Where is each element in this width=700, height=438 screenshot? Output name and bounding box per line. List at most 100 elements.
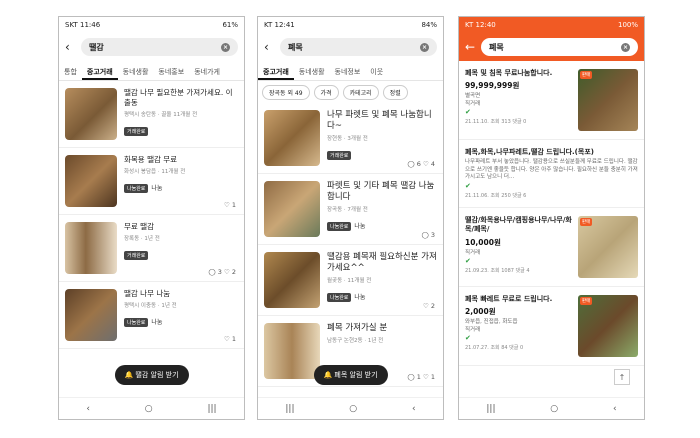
tab-neighbors[interactable]: 이웃 — [365, 61, 388, 80]
tab-bar: 중고거래 동네생활 동네정보 이웃 — [258, 61, 443, 81]
close-circle-icon[interactable]: × — [621, 42, 630, 52]
item-title: 무료 땔감 — [124, 222, 154, 231]
keyword-alert-button[interactable]: 🔔 땔감 알림 받기 — [114, 365, 189, 385]
scroll-top-button[interactable]: ↑ — [614, 369, 630, 385]
list-item[interactable]: 화목용 땔감 무료 화성시 봉담읍 · 11개월 전 나눔완료 나눔 ♡ 1 — [59, 148, 244, 215]
item-info: 땔감 나무 필요한분 가져가세요. 이출동 평택시 송탄동 · 끌올 11개월 … — [124, 88, 238, 140]
status-badge: 나눔완료 — [124, 317, 149, 327]
recents-nav-icon[interactable]: ||| — [285, 404, 294, 414]
item-thumbnail — [65, 222, 117, 274]
home-nav-icon[interactable]: ○ — [550, 404, 558, 414]
item-thumbnail: 판매 — [578, 294, 638, 357]
item-title: 땔감 나무 필요한분 가져가세요. 이출동 — [124, 88, 233, 107]
item-info: 땔감용 폐목재 필요하신분 가져가세요^^ 월곶동 · 11개월 전 나눔완료 나… — [327, 252, 437, 308]
item-body: 나무파레트 부서 놓았읍니다. 땔감용으로 쓰실분들께 무료로 드립니다. 땔감… — [465, 159, 638, 181]
filter-bar: 장곡동 외 49 가격 카테고리 정렬 — [258, 81, 443, 103]
item-info: 화목용 땔감 무료 화성시 봉담읍 · 11개월 전 나눔완료 나눔 — [124, 155, 238, 207]
list-item[interactable]: 땔감/화목용나무/캠핑용나무/나무/화목/폐목/ 10,000원 직거래 ✔ 2… — [459, 208, 644, 287]
list-item[interactable]: 땔감 나무 필요한분 가져가세요. 이출동 평택시 송탄동 · 끌올 11개월 … — [59, 81, 244, 148]
tab-neighborhood-store[interactable]: 동네가게 — [189, 61, 225, 80]
recents-nav-icon[interactable]: ||| — [207, 404, 216, 414]
list-item[interactable]: 폐목,화목,나무파레트,땔감 드립니다.(목포) 나무파레트 부서 놓았읍니다.… — [459, 140, 644, 208]
home-nav-icon[interactable]: ○ — [349, 404, 357, 414]
bell-icon: 🔔 — [323, 371, 335, 379]
check-icon: ✔ — [465, 181, 471, 190]
list-item[interactable]: 폐목 빠레트 무료로 드립니다. 2,000원 와부읍, 진접읍, 화도읍 직거… — [459, 287, 644, 366]
item-price: 10,000원 — [465, 237, 501, 247]
item-meta: 21.07.27. 조회 84 댓글 0 — [465, 344, 524, 351]
keyword-alert-button[interactable]: 🔔 폐목 알림 받기 — [313, 365, 388, 385]
item-info: 땔감 나무 나눔 평택시 이충동 · 1년 전 나눔완료 나눔 — [124, 289, 238, 341]
list-item[interactable]: 땔감용 폐목재 필요하신분 가져가세요^^ 월곶동 · 11개월 전 나눔완료 나… — [258, 245, 443, 316]
home-nav-icon[interactable]: ○ — [145, 404, 153, 414]
item-thumbnail — [65, 155, 117, 207]
search-input[interactable]: 폐목 × — [481, 38, 638, 56]
item-title: 폐목,화목,나무파레트,땔감 드립니다.(목포) — [465, 148, 594, 156]
item-thumbnail — [65, 289, 117, 341]
item-stats: ♡ 2 — [422, 302, 435, 310]
status-bar: KT 12:40 100% — [459, 17, 644, 33]
item-stats: ◯ 6 ♡ 4 — [407, 160, 435, 168]
item-info: 땔감/화목용나무/캠핑용나무/나무/화목/폐목/ 10,000원 직거래 ✔ 2… — [465, 216, 572, 278]
search-input[interactable]: 땔감 × — [81, 38, 238, 56]
phone-screen-3: KT 12:40 100% ← 폐목 × 폐목 및 침목 무료나눔합니다. 99… — [458, 16, 645, 420]
item-body: 별곡면 직거래 — [465, 93, 481, 107]
item-title: 파렛트 및 기타 폐목 땔감 나눔합니다 — [327, 181, 435, 203]
back-nav-icon[interactable]: ‹ — [86, 404, 90, 414]
search-input[interactable]: 폐목 × — [280, 38, 437, 56]
list-item[interactable]: 폐목 및 침목 무료나눔합니다. 99,999,999원 별곡면 직거래 ✔ 2… — [459, 61, 644, 140]
item-info: 무료 땔감 장록동 · 1년 전 거래완료 — [124, 222, 238, 274]
battery-level: 100% — [617, 21, 638, 29]
item-title: 폐목 빠레트 무료로 드립니다. — [465, 294, 553, 303]
share-label: 나눔 — [354, 223, 366, 231]
status-bar: KT 12:41 84% — [258, 17, 443, 33]
search-query: 폐목 — [489, 42, 504, 52]
battery-level: 84% — [421, 21, 437, 29]
item-price: 2,000원 — [465, 307, 496, 317]
item-title: 폐목 및 침목 무료나눔합니다. — [465, 69, 553, 77]
recents-nav-icon[interactable]: ||| — [486, 404, 495, 414]
tab-neighborhood-life[interactable]: 동네생활 — [118, 61, 154, 80]
item-body: 직거래 — [465, 249, 481, 256]
list-item[interactable]: 땔감 나무 나눔 평택시 이충동 · 1년 전 나눔완료 나눔 ♡ 1 — [59, 282, 244, 349]
phone-screen-2: KT 12:41 84% ‹ 폐목 × 중고거래 동네생활 동네정보 이웃 장곡… — [257, 16, 444, 420]
item-title: 땔감용 폐목재 필요하신분 가져가세요^^ — [327, 252, 437, 274]
item-title: 화목용 땔감 무료 — [124, 155, 178, 164]
close-circle-icon[interactable]: × — [420, 42, 429, 52]
list-item[interactable]: 파렛트 및 기타 폐목 땔감 나눔합니다 장곡동 · 7개월 전 나눔완료 나눔 … — [258, 174, 443, 245]
back-nav-icon[interactable]: ‹ — [613, 404, 617, 414]
list-item[interactable]: 무료 땔감 장록동 · 1년 전 거래완료 ◯ 3 ♡ 2 — [59, 215, 244, 282]
check-icon: ✔ — [465, 257, 471, 265]
item-title: 땔감/화목용나무/캠핑용나무/나무/화목/폐목/ — [465, 215, 572, 234]
check-icon: ✔ — [465, 108, 471, 117]
item-thumbnail — [65, 88, 117, 140]
arrow-left-icon[interactable]: ← — [465, 40, 481, 54]
back-nav-icon[interactable]: ‹ — [412, 404, 416, 414]
item-meta: 평택시 이충동 · 1년 전 — [124, 302, 177, 309]
tab-used-trade[interactable]: 중고거래 — [258, 61, 294, 80]
item-meta: 화성시 봉담읍 · 11개월 전 — [124, 168, 186, 175]
arrow-left-icon[interactable]: ‹ — [264, 40, 280, 54]
tab-neighborhood-info[interactable]: 동네정보 — [330, 61, 366, 80]
item-body: 와부읍, 진접읍, 화도읍 직거래 — [465, 319, 518, 333]
tab-neighborhood-life[interactable]: 동네생활 — [294, 61, 330, 80]
system-nav-bar: ‹ ○ ||| — [59, 397, 244, 419]
tab-neighborhood-promo[interactable]: 동네홍보 — [153, 61, 189, 80]
tab-all[interactable]: 통합 — [59, 61, 82, 80]
filter-sort[interactable]: 정렬 — [382, 84, 408, 100]
item-stats: ◯ 1 ♡ 1 — [407, 373, 435, 381]
close-circle-icon[interactable]: × — [221, 42, 230, 52]
status-badge: 나눔완료 — [327, 222, 352, 232]
arrow-left-icon[interactable]: ‹ — [65, 40, 81, 54]
share-label: 나눔 — [354, 294, 366, 302]
bell-icon: 🔔 — [124, 371, 136, 379]
filter-price[interactable]: 가격 — [313, 84, 339, 100]
item-thumbnail — [264, 181, 320, 237]
tab-used-trade[interactable]: 중고거래 — [81, 61, 118, 80]
item-info: 파렛트 및 기타 폐목 땔감 나눔합니다 장곡동 · 7개월 전 나눔완료 나눔 — [327, 181, 437, 237]
list-item[interactable]: 나무 파렛트 및 폐목 나눔합니다~ 장현동 · 3개월 전 거래완료 ◯ 6 … — [258, 103, 443, 174]
filter-category[interactable]: 카테고리 — [342, 84, 379, 100]
item-stats: ♡ 1 — [223, 335, 236, 343]
battery-level: 61% — [222, 21, 238, 29]
filter-location[interactable]: 장곡동 외 49 — [262, 84, 310, 100]
